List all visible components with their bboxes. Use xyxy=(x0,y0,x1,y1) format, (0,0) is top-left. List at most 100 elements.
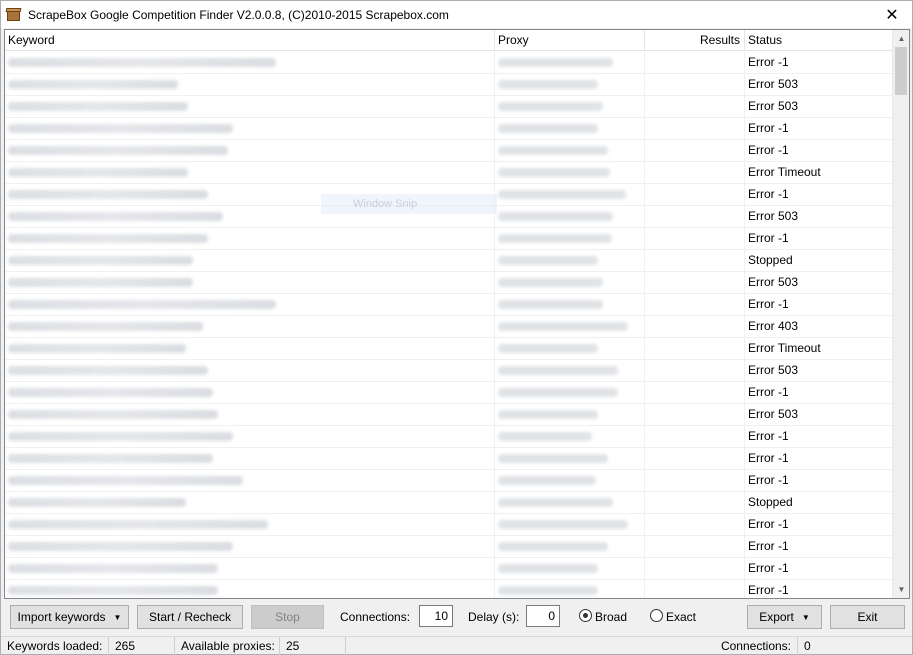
results-cell xyxy=(645,228,745,249)
table-row[interactable]: Error -1 xyxy=(5,228,894,250)
keyword-cell xyxy=(5,470,495,491)
results-cell xyxy=(645,184,745,205)
proxy-cell xyxy=(495,426,645,447)
keyword-cell xyxy=(5,118,495,139)
table-row[interactable]: Error -1 xyxy=(5,382,894,404)
status-cell: Error 503 xyxy=(745,404,894,425)
results-cell xyxy=(645,52,745,73)
redacted-keyword xyxy=(8,520,268,529)
redacted-proxy xyxy=(498,410,598,419)
table-row[interactable]: Error -1 xyxy=(5,294,894,316)
table-row[interactable]: Error -1 xyxy=(5,580,894,598)
redacted-keyword xyxy=(8,58,276,67)
proxy-cell xyxy=(495,536,645,557)
table-row[interactable]: Error -1 xyxy=(5,514,894,536)
proxy-cell xyxy=(495,514,645,535)
redacted-keyword xyxy=(8,80,178,89)
redacted-proxy xyxy=(498,542,608,551)
connections-status-label: Connections: xyxy=(346,637,798,655)
results-cell xyxy=(645,448,745,469)
connections-input[interactable]: 10 xyxy=(419,605,453,627)
start-recheck-button[interactable]: Start / Recheck xyxy=(137,605,243,629)
column-header-keyword[interactable]: Keyword xyxy=(5,30,495,51)
table-row[interactable]: Error -1 xyxy=(5,52,894,74)
proxy-cell xyxy=(495,162,645,183)
broad-label[interactable]: Broad xyxy=(595,610,627,624)
app-window: ScrapeBox Google Competition Finder V2.0… xyxy=(0,0,913,655)
status-cell: Error 503 xyxy=(745,272,894,293)
redacted-proxy xyxy=(498,476,596,485)
redacted-keyword xyxy=(8,454,213,463)
table-row[interactable]: Stopped xyxy=(5,250,894,272)
status-cell: Error 503 xyxy=(745,360,894,381)
results-cell xyxy=(645,382,745,403)
column-header-proxy[interactable]: Proxy xyxy=(495,30,645,51)
redacted-proxy xyxy=(498,520,628,529)
table-row[interactable]: Error 403 xyxy=(5,316,894,338)
scroll-down-icon[interactable]: ▼ xyxy=(893,581,909,598)
table-row[interactable]: Stopped xyxy=(5,492,894,514)
table-row[interactable]: Error -1 xyxy=(5,558,894,580)
status-cell: Error -1 xyxy=(745,184,894,205)
vertical-scrollbar[interactable]: ▲ ▼ xyxy=(892,30,909,598)
results-cell xyxy=(645,338,745,359)
keyword-cell xyxy=(5,338,495,359)
results-cell xyxy=(645,558,745,579)
broad-radio[interactable] xyxy=(579,609,592,622)
table-row[interactable]: Error Timeout xyxy=(5,162,894,184)
redacted-proxy xyxy=(498,388,618,397)
results-cell xyxy=(645,74,745,95)
redacted-keyword xyxy=(8,498,186,507)
list-rows: Error -1 Error 503 Error 503 Error -1 Error … xyxy=(5,52,894,598)
table-row[interactable]: Error -1 xyxy=(5,536,894,558)
redacted-keyword xyxy=(8,542,233,551)
import-keywords-button[interactable]: Import keywords ▼ xyxy=(10,605,129,629)
table-row[interactable]: Error -1 xyxy=(5,118,894,140)
results-cell xyxy=(645,536,745,557)
close-icon[interactable]: ✕ xyxy=(872,1,912,28)
scroll-up-icon[interactable]: ▲ xyxy=(893,30,909,47)
table-row[interactable]: Error -1 xyxy=(5,140,894,162)
table-row[interactable]: Error Timeout xyxy=(5,338,894,360)
status-cell: Error -1 xyxy=(745,294,894,315)
stop-button[interactable]: Stop xyxy=(251,605,324,629)
exit-button[interactable]: Exit xyxy=(830,605,905,629)
redacted-keyword xyxy=(8,476,243,485)
delay-input[interactable]: 0 xyxy=(526,605,560,627)
table-row[interactable]: Error 503 xyxy=(5,74,894,96)
redacted-keyword xyxy=(8,278,193,287)
table-row[interactable]: Error 503 xyxy=(5,96,894,118)
connections-label: Connections: xyxy=(340,610,411,624)
exact-radio[interactable] xyxy=(650,609,663,622)
status-cell: Error 403 xyxy=(745,316,894,337)
exact-label[interactable]: Exact xyxy=(666,610,696,624)
keyword-cell xyxy=(5,536,495,557)
redacted-keyword xyxy=(8,586,218,595)
column-header-results[interactable]: Results xyxy=(645,30,745,51)
scrollbar-thumb[interactable] xyxy=(895,47,907,95)
table-row[interactable]: Error -1 xyxy=(5,426,894,448)
status-cell: Error -1 xyxy=(745,514,894,535)
keyword-cell xyxy=(5,228,495,249)
table-row[interactable]: Error -1 xyxy=(5,470,894,492)
status-cell: Error -1 xyxy=(745,426,894,447)
redacted-keyword xyxy=(8,300,276,309)
results-cell xyxy=(645,294,745,315)
status-cell: Error -1 xyxy=(745,382,894,403)
table-row[interactable]: Error 503 xyxy=(5,360,894,382)
status-cell: Error -1 xyxy=(745,228,894,249)
proxy-cell xyxy=(495,140,645,161)
column-header-status[interactable]: Status xyxy=(745,30,894,51)
table-row[interactable]: Error 503 xyxy=(5,272,894,294)
results-list[interactable]: Keyword Proxy Results Status Error -1 Err… xyxy=(4,29,910,599)
redacted-proxy xyxy=(498,168,610,177)
redacted-keyword xyxy=(8,564,218,573)
redacted-proxy xyxy=(498,80,598,89)
keywords-loaded-label: Keywords loaded: xyxy=(1,637,109,655)
redacted-keyword xyxy=(8,146,228,155)
table-row[interactable]: Error 503 xyxy=(5,404,894,426)
redacted-keyword xyxy=(8,366,208,375)
export-button[interactable]: Export ▼ xyxy=(747,605,822,629)
redacted-keyword xyxy=(8,256,193,265)
table-row[interactable]: Error -1 xyxy=(5,448,894,470)
